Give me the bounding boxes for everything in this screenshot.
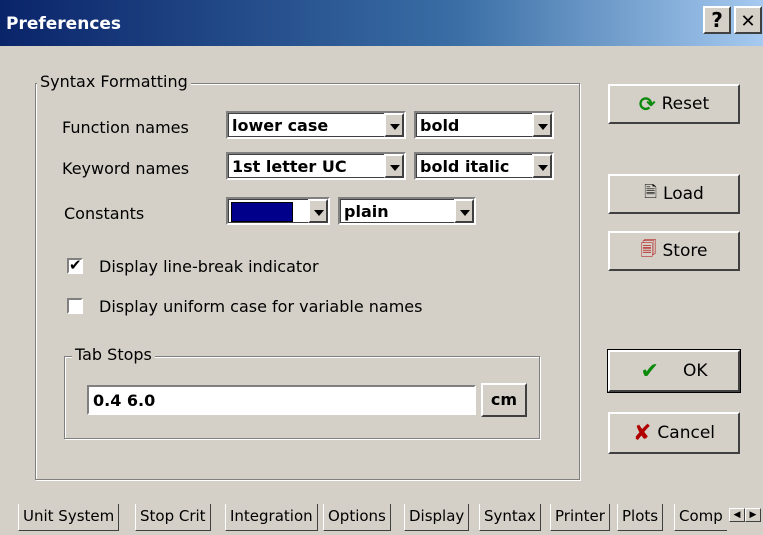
tab-stop-crit[interactable]: Stop Crit xyxy=(135,504,211,531)
tab-strip: Unit System Stop Crit Integration Option… xyxy=(0,504,763,535)
checkmark-icon: ✔ xyxy=(69,256,82,274)
help-icon: ? xyxy=(711,8,723,32)
uniform-case-checkbox[interactable] xyxy=(67,298,83,314)
reset-label: Reset xyxy=(661,94,710,114)
document-icon: 🗎 xyxy=(644,181,658,201)
close-icon: ✕ xyxy=(740,11,756,32)
tab-scroll-left-button[interactable]: ◀ xyxy=(729,508,745,522)
save-document-icon: 🗐 xyxy=(640,238,657,258)
tab-stops-input[interactable]: 0.4 6.0 xyxy=(87,385,476,415)
line-break-checkbox[interactable]: ✔ xyxy=(67,256,83,274)
tab-integration[interactable]: Integration xyxy=(225,504,318,531)
window-title: Preferences xyxy=(6,14,122,34)
constants-style-value: plain xyxy=(344,202,389,221)
help-button[interactable]: ? xyxy=(703,6,731,34)
function-names-style-select[interactable]: bold xyxy=(414,111,554,139)
close-button[interactable]: ✕ xyxy=(734,6,762,34)
function-names-style-value: bold xyxy=(420,116,460,135)
constants-color-swatch xyxy=(231,202,293,222)
constants-color-select[interactable] xyxy=(226,197,330,225)
x-icon: ✘ xyxy=(632,420,652,446)
function-names-label: Function names xyxy=(62,118,189,137)
store-label: Store xyxy=(662,241,708,261)
tab-plots[interactable]: Plots xyxy=(617,504,664,531)
refresh-icon: ⟳ xyxy=(638,92,656,116)
chevron-down-icon[interactable] xyxy=(532,113,552,137)
function-names-case-select[interactable]: lower case xyxy=(226,111,406,139)
uniform-case-label[interactable]: Display uniform case for variable names xyxy=(99,297,422,316)
tab-display[interactable]: Display xyxy=(404,504,470,531)
keyword-names-style-select[interactable]: bold italic xyxy=(414,152,554,180)
function-names-case-value: lower case xyxy=(232,116,329,135)
tab-scroll-right-button[interactable]: ▶ xyxy=(745,508,761,522)
chevron-down-icon[interactable] xyxy=(384,113,404,137)
title-bar: Preferences ? ✕ xyxy=(0,0,763,47)
ok-button[interactable]: ✔ OK xyxy=(607,349,741,393)
keyword-names-case-select[interactable]: 1st letter UC xyxy=(226,152,406,180)
load-label: Load xyxy=(663,184,704,204)
cancel-button[interactable]: ✘ Cancel xyxy=(608,412,740,454)
tab-comp[interactable]: Comp xyxy=(674,504,727,531)
chevron-down-icon[interactable] xyxy=(454,199,474,223)
constants-label: Constants xyxy=(64,204,145,223)
arrow-right-icon: ▶ xyxy=(749,510,757,520)
chevron-down-icon[interactable] xyxy=(384,154,404,178)
tab-stops-unit-button[interactable]: cm xyxy=(481,383,527,417)
keyword-names-label: Keyword names xyxy=(62,159,190,178)
reset-button[interactable]: ⟳ Reset xyxy=(608,84,740,124)
arrow-left-icon: ◀ xyxy=(733,510,741,520)
tab-stops-legend: Tab Stops xyxy=(72,345,155,364)
tab-syntax[interactable]: Syntax xyxy=(479,504,541,531)
tab-options[interactable]: Options xyxy=(323,504,391,531)
tab-unit-system[interactable]: Unit System xyxy=(18,504,120,531)
ok-label: OK xyxy=(682,361,708,381)
chevron-down-icon[interactable] xyxy=(308,199,328,223)
syntax-formatting-legend: Syntax Formatting xyxy=(37,72,191,91)
constants-style-select[interactable]: plain xyxy=(338,197,476,225)
load-button[interactable]: 🗎 Load xyxy=(608,174,740,214)
tab-printer[interactable]: Printer xyxy=(550,504,610,531)
chevron-down-icon[interactable] xyxy=(532,154,552,178)
tab-stops-value: 0.4 6.0 xyxy=(93,391,156,410)
line-break-label[interactable]: Display line-break indicator xyxy=(99,257,319,276)
cancel-label: Cancel xyxy=(657,423,716,443)
checkmark-icon: ✔ xyxy=(640,358,659,384)
keyword-names-style-value: bold italic xyxy=(420,157,510,176)
store-button[interactable]: 🗐 Store xyxy=(608,231,740,271)
keyword-names-case-value: 1st letter UC xyxy=(232,157,347,176)
